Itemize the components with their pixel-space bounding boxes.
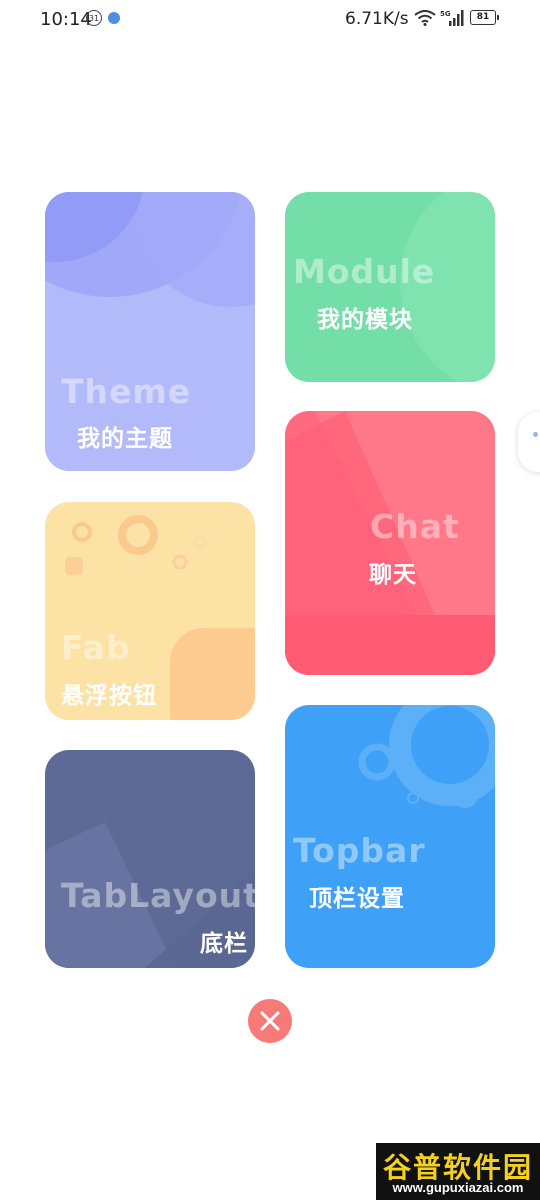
- tablayout-card[interactable]: TabLayout 底栏: [45, 750, 255, 968]
- chat-card[interactable]: Chat 聊天: [285, 411, 495, 675]
- watermark-logo: 谷普软件园 www.gupuxiazai.com: [376, 1143, 540, 1200]
- status-bar: 10:14 31 6.71K/s 5G 81: [0, 0, 540, 40]
- handle-dot-icon: [533, 432, 538, 437]
- app-notification-icon: [108, 12, 120, 24]
- module-card-title: Module: [293, 252, 436, 291]
- close-icon: [260, 1011, 280, 1031]
- topbar-card[interactable]: Topbar 顶栏设置: [285, 705, 495, 968]
- tablayout-card-title: TabLayout: [61, 876, 255, 915]
- chat-card-subtitle: 聊天: [369, 562, 417, 588]
- close-button[interactable]: [248, 999, 292, 1043]
- status-time: 10:14: [40, 9, 92, 30]
- notification-badge-icon: 31: [86, 10, 102, 26]
- topbar-card-subtitle: 顶栏设置: [309, 886, 405, 912]
- network-speed: 6.71K/s: [345, 9, 409, 29]
- module-card-subtitle: 我的模块: [317, 307, 413, 333]
- floating-side-handle[interactable]: [518, 412, 540, 472]
- theme-card[interactable]: Theme 我的主题: [45, 192, 255, 471]
- fab-card-title: Fab: [61, 628, 131, 667]
- module-card[interactable]: Module 我的模块: [285, 192, 495, 382]
- topbar-card-title: Topbar: [293, 831, 426, 870]
- theme-card-subtitle: 我的主题: [77, 426, 173, 452]
- battery-icon: 81: [470, 10, 499, 25]
- theme-card-title: Theme: [61, 372, 192, 411]
- wifi-icon: [414, 10, 436, 26]
- signal-icon: 5G: [440, 10, 464, 26]
- chat-card-title: Chat: [370, 507, 460, 546]
- fab-card[interactable]: Fab 悬浮按钮: [45, 502, 255, 720]
- network-type: 5G: [440, 10, 451, 18]
- watermark-url: www.gupuxiazai.com: [392, 1180, 524, 1195]
- fab-card-subtitle: 悬浮按钮: [61, 683, 157, 709]
- tablayout-card-subtitle: 底栏: [200, 931, 248, 957]
